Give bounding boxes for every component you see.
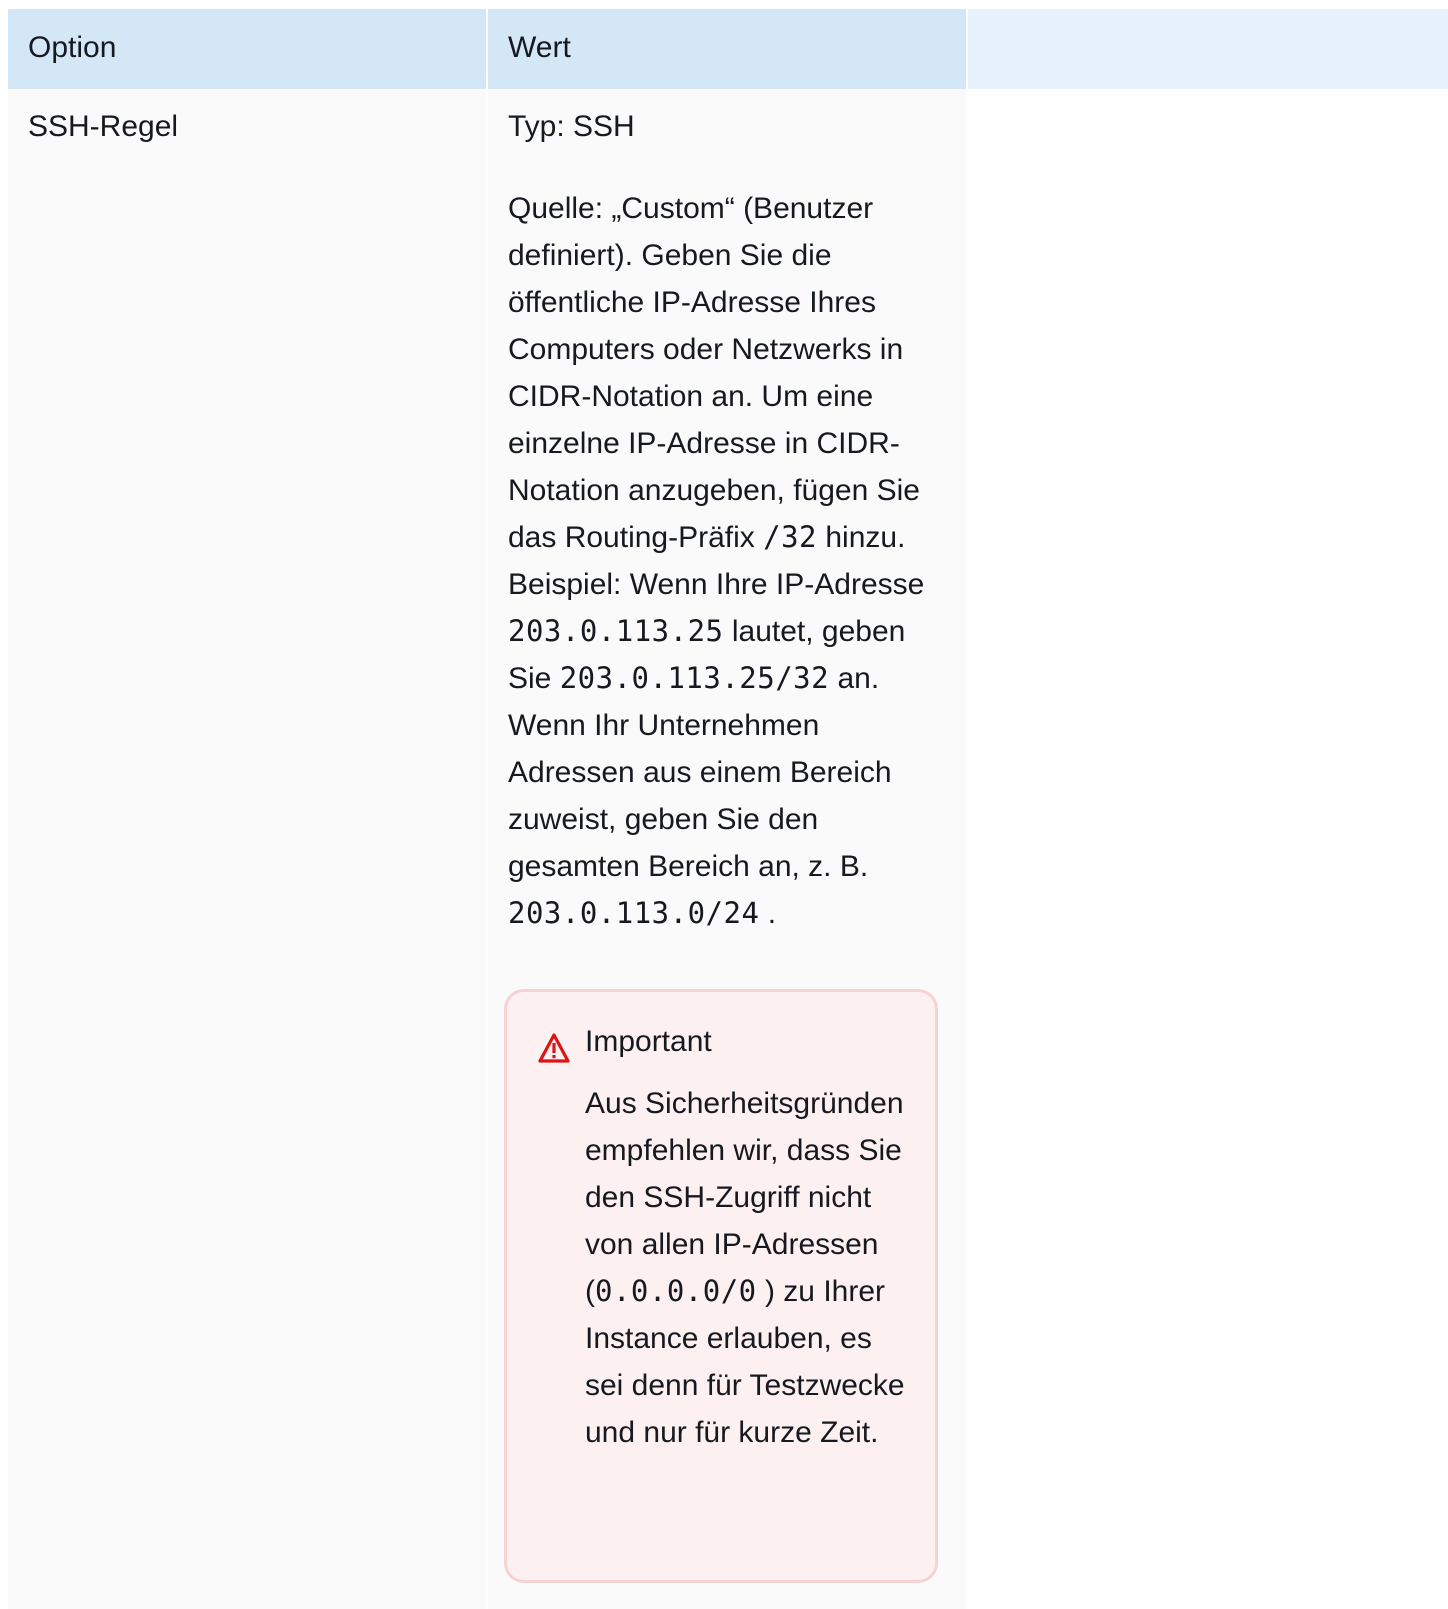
important-title: Important	[585, 1025, 712, 1058]
value-description: Quelle: „Custom“ (Benutzer definiert). G…	[508, 185, 948, 937]
important-text: Aus Sicherheitsgründen empfehlen wir, da…	[585, 1080, 905, 1456]
header-option: Option	[8, 9, 486, 89]
warning-triangle-icon	[538, 1033, 570, 1063]
desc-text-1: Quelle: „Custom“ (Benutzer definiert). G…	[508, 192, 920, 554]
cell-value: Typ: SSH Quelle: „Custom“ (Benutzer defi…	[488, 89, 966, 1609]
header-value: Wert	[488, 9, 966, 89]
header-empty	[968, 9, 1448, 89]
table-row: SSH-Regel Typ: SSH Quelle: „Custom“ (Ben…	[8, 89, 1448, 1609]
desc-text-4: an. Wenn Ihr Unternehmen Adressen aus ei…	[508, 662, 892, 883]
desc-text-5: .	[759, 897, 777, 930]
value-type: Typ: SSH	[508, 110, 635, 143]
code-prefix: /32	[763, 520, 818, 554]
code-cidr-example: 203.0.113.25/32	[559, 661, 830, 695]
cell-empty	[968, 89, 1448, 1609]
code-any-ip: 0.0.0.0/0	[595, 1274, 757, 1308]
important-callout: Important Aus Sicherheitsgründen empfehl…	[504, 989, 938, 1583]
code-ip-example: 203.0.113.25	[508, 614, 724, 648]
table-header-row: Option Wert	[8, 9, 1448, 89]
code-range-example: 203.0.113.0/24	[508, 896, 760, 930]
cell-option: SSH-Regel	[8, 89, 486, 1609]
option-name: SSH-Regel	[28, 110, 179, 143]
